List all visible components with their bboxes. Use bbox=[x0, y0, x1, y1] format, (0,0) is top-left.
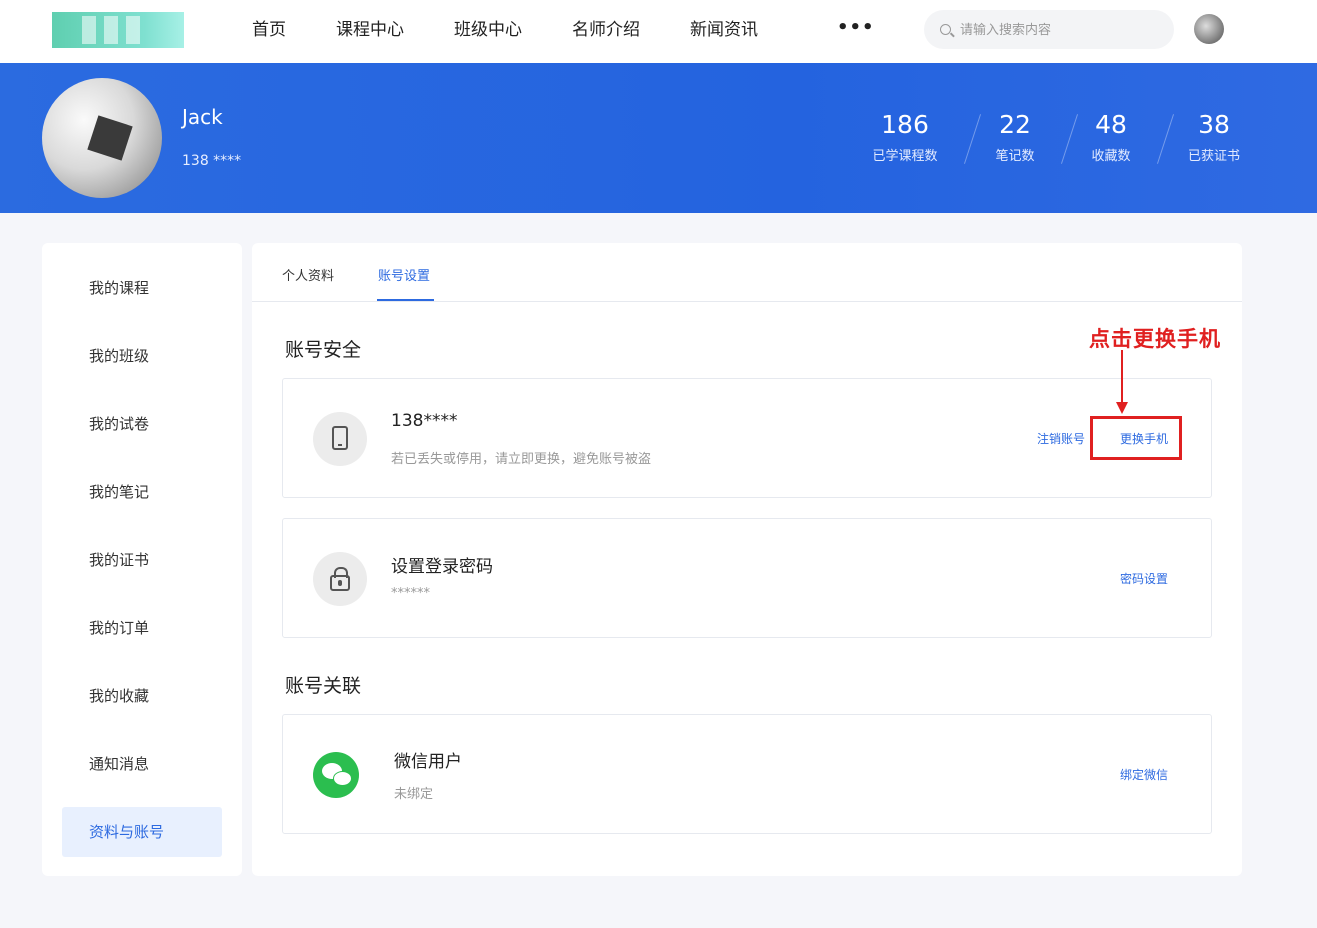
user-avatar[interactable] bbox=[1194, 14, 1224, 44]
nav-news[interactable]: 新闻资讯 bbox=[690, 18, 758, 42]
wechat-card: 微信用户 未绑定 绑定微信 bbox=[282, 714, 1212, 834]
stat-favorites: 48 收藏数 bbox=[1084, 109, 1138, 164]
sidebar-item-profile-account[interactable]: 资料与账号 bbox=[62, 807, 222, 857]
nav-courses[interactable]: 课程中心 bbox=[336, 18, 404, 42]
stat-value: 186 bbox=[881, 110, 929, 139]
stat-value: 38 bbox=[1198, 110, 1230, 139]
stat-divider bbox=[1156, 114, 1175, 164]
search-icon bbox=[940, 24, 951, 35]
stat-value: 48 bbox=[1095, 110, 1127, 139]
nav-teachers[interactable]: 名师介绍 bbox=[572, 18, 640, 42]
main-nav: 首页 课程中心 班级中心 名师介绍 新闻资讯 bbox=[252, 18, 808, 42]
stat-label: 笔记数 bbox=[995, 149, 1035, 164]
sidebar: 我的课程 我的班级 我的试卷 我的笔记 我的证书 我的订单 我的收藏 通知消息 … bbox=[42, 243, 242, 876]
nav-home[interactable]: 首页 bbox=[252, 18, 286, 42]
sidebar-item-exams[interactable]: 我的试卷 bbox=[62, 399, 222, 449]
logo-mark bbox=[82, 16, 96, 44]
stat-label: 收藏数 bbox=[1091, 149, 1131, 164]
logo-mark bbox=[126, 16, 140, 44]
annotation-arrow bbox=[1116, 350, 1128, 414]
tab-personal-info[interactable]: 个人资料 bbox=[282, 265, 334, 284]
stat-label: 已学课程数 bbox=[872, 149, 938, 164]
wechat-user-title: 微信用户 bbox=[394, 752, 462, 772]
top-navbar: 首页 课程中心 班级中心 名师介绍 新闻资讯 ••• bbox=[0, 0, 1317, 63]
sidebar-item-classes[interactable]: 我的班级 bbox=[62, 331, 222, 381]
profile-name: Jack bbox=[182, 105, 223, 129]
sidebar-item-favorites[interactable]: 我的收藏 bbox=[62, 671, 222, 721]
sidebar-item-notes[interactable]: 我的笔记 bbox=[62, 467, 222, 517]
nav-classes[interactable]: 班级中心 bbox=[454, 18, 522, 42]
password-mask: ****** bbox=[391, 586, 430, 601]
lock-icon-circle bbox=[313, 552, 367, 606]
wechat-icon-circle bbox=[313, 752, 359, 798]
avatar-image bbox=[87, 115, 133, 161]
section-title-security: 账号安全 bbox=[285, 339, 362, 361]
phone-hint: 若已丢失或停用，请立即更换，避免账号被盗 bbox=[391, 452, 652, 467]
search-box[interactable] bbox=[924, 10, 1174, 49]
logo-mark bbox=[104, 16, 118, 44]
section-title-linked-accounts: 账号关联 bbox=[285, 675, 362, 697]
annotation-text: 点击更换手机 bbox=[1089, 326, 1221, 351]
sidebar-item-orders[interactable]: 我的订单 bbox=[62, 603, 222, 653]
phone-number: 138**** bbox=[391, 411, 458, 431]
phone-card: 138**** 若已丢失或停用，请立即更换，避免账号被盗 注销账号 更换手机 bbox=[282, 378, 1212, 498]
password-settings-link[interactable]: 密码设置 bbox=[1120, 570, 1168, 587]
sidebar-item-certificates[interactable]: 我的证书 bbox=[62, 535, 222, 585]
stat-divider bbox=[1060, 114, 1079, 164]
active-tab-indicator bbox=[377, 299, 434, 301]
annotation-highlight-box bbox=[1090, 416, 1182, 460]
sidebar-item-courses[interactable]: 我的课程 bbox=[62, 263, 222, 313]
sidebar-item-notifications[interactable]: 通知消息 bbox=[62, 739, 222, 789]
cancel-account-link[interactable]: 注销账号 bbox=[1037, 430, 1085, 447]
password-card: 设置登录密码 ****** 密码设置 bbox=[282, 518, 1212, 638]
stat-value: 22 bbox=[999, 110, 1031, 139]
profile-banner: Jack 138 **** 186 已学课程数 22 笔记数 48 收藏数 38… bbox=[0, 63, 1317, 213]
lock-icon bbox=[330, 567, 350, 591]
more-icon[interactable]: ••• bbox=[837, 17, 875, 38]
profile-phone: 138 **** bbox=[182, 153, 242, 169]
password-title: 设置登录密码 bbox=[391, 557, 493, 577]
stat-courses: 186 已学课程数 bbox=[864, 109, 946, 164]
tab-bar: 个人资料 账号设置 bbox=[252, 243, 1242, 302]
phone-icon-circle bbox=[313, 412, 367, 466]
stat-notes: 22 笔记数 bbox=[988, 109, 1042, 164]
bind-wechat-link[interactable]: 绑定微信 bbox=[1120, 766, 1168, 783]
stat-certificates: 38 已获证书 bbox=[1180, 109, 1248, 164]
tab-account-settings[interactable]: 账号设置 bbox=[378, 265, 430, 284]
stat-divider bbox=[963, 114, 982, 164]
phone-icon bbox=[332, 426, 348, 450]
profile-avatar bbox=[42, 78, 162, 198]
wechat-status: 未绑定 bbox=[394, 787, 434, 802]
stat-label: 已获证书 bbox=[1187, 149, 1240, 164]
site-logo[interactable] bbox=[52, 12, 184, 48]
wechat-icon bbox=[322, 763, 352, 786]
search-input[interactable] bbox=[960, 18, 1160, 40]
